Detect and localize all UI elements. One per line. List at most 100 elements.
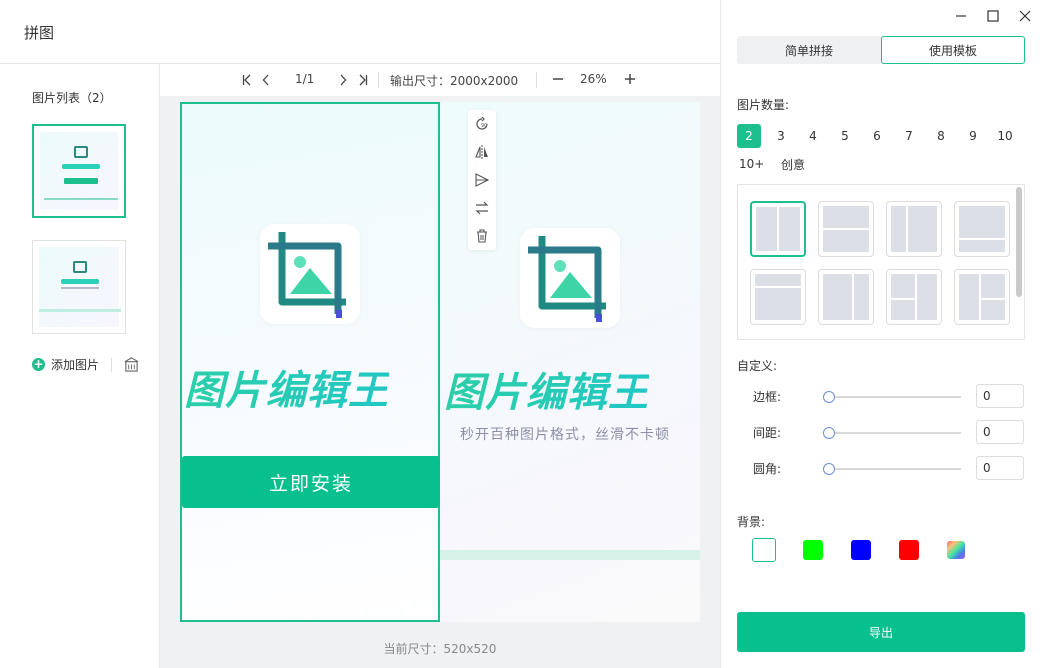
add-image-button[interactable]: 添加图片 [51,356,99,373]
mode-tabs: 简单拼接 使用模板 [737,36,1025,64]
cell-tools: 90 [468,110,496,250]
maximize-icon[interactable] [985,8,1001,24]
layout-bottom-heavy[interactable] [750,269,806,325]
zoom-out-icon[interactable] [552,73,564,85]
layout-top-heavy[interactable] [954,201,1010,257]
clear-icon[interactable] [124,357,139,372]
rotate-icon[interactable]: 90 [474,116,490,132]
divider [378,72,379,88]
thumbnail-bar [39,309,121,312]
spacing-input[interactable]: 0 [976,420,1024,444]
border-slider-knob[interactable] [823,391,835,403]
app-title: 拼图 [24,24,55,42]
slogan-text: 秒开百种图片格式，丝滑不卡顿 [460,427,670,443]
add-image-row: + 添加图片 [32,356,139,373]
next-page-icon[interactable] [339,74,347,86]
radius-input[interactable]: 0 [976,456,1024,480]
first-page-icon[interactable] [242,74,252,86]
delete-icon[interactable] [474,228,490,244]
image-list-title: 图片列表（2） [32,91,112,105]
progress-strip [440,550,700,560]
bg-color-blue[interactable] [851,540,871,560]
app-logo [520,228,620,328]
install-button[interactable]: 立即安装 [182,456,440,508]
layout-wide-narrow[interactable] [818,269,874,325]
border-label: 边框: [753,390,782,404]
thumbnail-slogan [61,287,99,289]
thumbnail-logo [74,146,88,158]
image-list-panel: 图片列表（2） + 添加图片 [0,64,160,668]
layout-two-rows[interactable] [818,201,874,257]
canvas-toolbar: 1/1 输出尺寸：2000x2000 26% [160,64,720,96]
settings-panel: 简单拼接 使用模板 图片数量: 2 3 4 5 6 7 8 9 10 10+ 创… [720,0,1040,668]
flip-horizontal-icon[interactable] [474,144,490,160]
divider [536,72,537,88]
bg-color-red[interactable] [899,540,919,560]
flip-vertical-icon[interactable] [474,172,490,188]
prev-page-icon[interactable] [262,74,270,86]
bg-color-white[interactable] [752,538,776,562]
export-button[interactable]: 导出 [737,612,1025,652]
current-size: 当前尺寸：520x520 [383,642,497,656]
crop-image-icon [528,236,606,322]
collage-stage: 图片编辑王 立即安装 图片编辑王 秒开百种图片格式，丝滑不卡顿 90 [180,102,700,622]
count-option-5[interactable]: 5 [833,124,857,148]
image-count-label: 图片数量: [737,98,790,112]
spacing-slider-knob[interactable] [823,427,835,439]
radius-slider[interactable] [823,463,961,475]
divider [111,357,113,372]
count-option-3[interactable]: 3 [769,124,793,148]
count-option-10-plus[interactable]: 10+ [739,152,764,176]
thumbnail-line [44,198,118,200]
spacing-slider[interactable] [823,427,961,439]
zoom-in-icon[interactable] [624,73,636,85]
thumbnail-preview [39,247,121,327]
zoom-level: 26% [580,72,607,86]
layout-corner-top-right[interactable] [954,269,1010,325]
layout-scrollbar[interactable] [1016,187,1022,297]
output-size: 输出尺寸：2000x2000 [390,74,519,88]
svg-text:90: 90 [481,123,487,129]
count-option-7[interactable]: 7 [897,124,921,148]
border-slider[interactable] [823,391,961,403]
bg-color-green[interactable] [803,540,823,560]
last-page-icon[interactable] [358,74,368,86]
brand-text: 图片编辑王 [444,360,649,418]
count-option-creative[interactable]: 创意 [781,152,805,176]
app-logo [260,224,360,324]
border-input[interactable]: 0 [976,384,1024,408]
thumbnail-brand [62,164,100,169]
spacing-label: 间距: [753,426,782,440]
thumbnail-logo [73,261,87,273]
close-icon[interactable] [1017,8,1033,24]
count-option-4[interactable]: 4 [801,124,825,148]
count-option-6[interactable]: 6 [865,124,889,148]
tab-simple-stitch[interactable]: 简单拼接 [737,36,881,64]
count-option-8[interactable]: 8 [929,124,953,148]
add-icon[interactable]: + [32,358,45,371]
bg-color-custom[interactable] [947,541,965,559]
thumbnail-brand [61,279,99,284]
tab-use-template[interactable]: 使用模板 [881,36,1025,64]
count-option-9[interactable]: 9 [961,124,985,148]
count-option-2[interactable]: 2 [737,124,761,148]
swap-icon[interactable] [474,200,490,216]
brand-text: 图片编辑王 [184,358,389,416]
layout-narrow-wide[interactable] [886,201,942,257]
image-thumbnail-2[interactable] [32,240,126,334]
layout-corner-top-left[interactable] [886,269,942,325]
custom-label: 自定义: [737,359,778,373]
image-thumbnail-1[interactable] [32,124,126,218]
layout-two-columns[interactable] [750,201,806,257]
page-indicator: 1/1 [295,72,315,86]
radius-slider-knob[interactable] [823,463,835,475]
minimize-icon[interactable] [953,8,969,24]
background-label: 背景: [737,515,766,529]
thumbnail-button [64,178,98,184]
collage-cell-1[interactable]: 图片编辑王 立即安装 [180,102,440,622]
count-option-10[interactable]: 10 [993,124,1017,148]
title-bar: 拼图 [0,0,720,64]
thumbnail-preview [40,132,118,210]
radius-label: 圆角: [753,462,782,476]
layout-templates [737,184,1025,340]
